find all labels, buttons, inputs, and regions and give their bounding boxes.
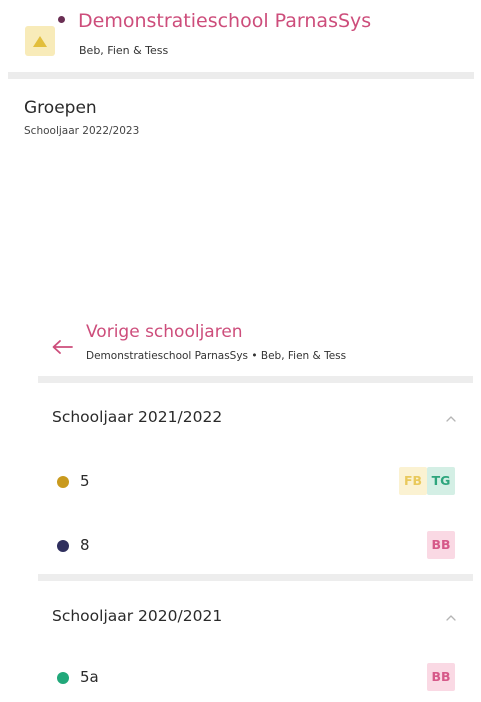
page: Demonstratieschool ParnasSys Beb, Fien &… [0, 0, 481, 702]
year-section-header[interactable]: Schooljaar 2020/2021 [38, 597, 473, 639]
divider [8, 72, 474, 79]
teacher-badges: BB [427, 663, 455, 691]
teacher-badges: BB [427, 531, 455, 559]
group-row[interactable]: 5a BB [38, 658, 473, 698]
page-title: Groepen [24, 98, 97, 118]
group-row[interactable]: 5 FB TG [38, 462, 473, 502]
teacher-badge: BB [427, 531, 455, 559]
year-label: Schooljaar 2021/2022 [52, 408, 223, 426]
chevron-up-icon [446, 416, 456, 422]
arrow-left-icon [52, 340, 73, 354]
teacher-badge: BB [427, 663, 455, 691]
warning-triangle-icon [33, 36, 47, 47]
group-row[interactable]: 8 BB [38, 526, 473, 566]
group-color-dot [57, 476, 69, 488]
school-team: Beb, Fien & Tess [79, 44, 169, 57]
divider [38, 574, 473, 581]
teacher-badge: FB [399, 467, 427, 495]
year-label: Schooljaar 2020/2021 [52, 607, 223, 625]
previous-years-subtitle: Demonstratieschool ParnasSys • Beb, Fien… [86, 350, 347, 362]
group-color-dot [57, 540, 69, 552]
group-name: 8 [80, 536, 90, 554]
chevron-up-icon [446, 615, 456, 621]
previous-years-title: Vorige schooljaren [86, 322, 243, 342]
school-name: Demonstratieschool ParnasSys [78, 10, 372, 32]
school-header[interactable]: Demonstratieschool ParnasSys Beb, Fien &… [0, 0, 481, 72]
status-dot [58, 16, 65, 23]
year-section-header[interactable]: Schooljaar 2021/2022 [38, 398, 473, 440]
group-name: 5 [80, 472, 90, 490]
current-school-year: Schooljaar 2022/2023 [24, 125, 140, 137]
group-name: 5a [80, 668, 99, 686]
school-logo [25, 26, 55, 56]
back-button[interactable] [50, 339, 74, 357]
teacher-badge: TG [427, 467, 455, 495]
group-color-dot [57, 672, 69, 684]
divider [38, 376, 473, 383]
teacher-badges: FB TG [399, 467, 455, 495]
